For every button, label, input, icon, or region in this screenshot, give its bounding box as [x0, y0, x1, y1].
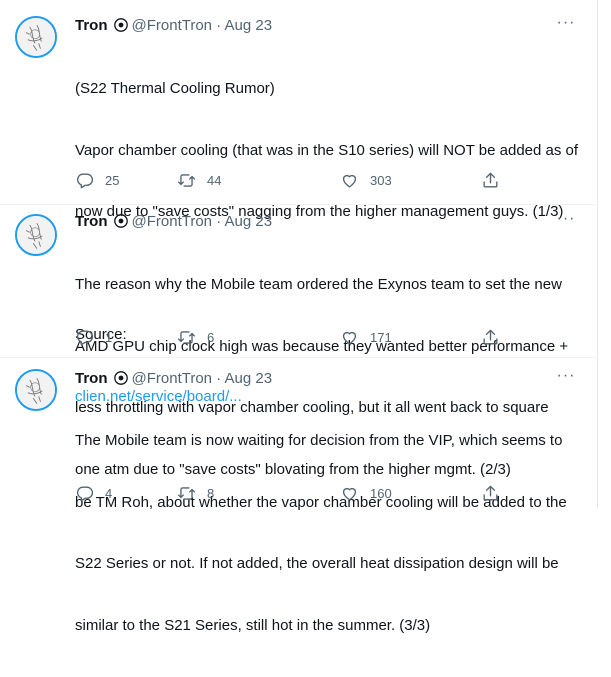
- reply-button[interactable]: 1: [75, 327, 112, 347]
- avatar[interactable]: [15, 16, 57, 58]
- tweet-text-line: similar to the S21 Series, still hot in …: [75, 616, 431, 634]
- thread-container: Tron @FrontTron · Aug 23 ··· (S22 Thermal…: [0, 0, 598, 634]
- like-button[interactable]: 171: [340, 327, 392, 347]
- heart-icon: [342, 331, 357, 345]
- share-icon: [483, 329, 498, 345]
- author-handle[interactable]: @FrontTron: [132, 213, 213, 230]
- tweet-actions: 4 8 160: [75, 483, 515, 503]
- retweet-button[interactable]: 8: [177, 483, 214, 503]
- like-count: 303: [370, 172, 392, 188]
- author-handle[interactable]: @FrontTron: [132, 17, 213, 34]
- tweet-2[interactable]: Tron @FrontTron · Aug 23 ··· The reason w…: [0, 205, 598, 478]
- share-icon: [483, 172, 498, 188]
- heart-icon: [342, 487, 357, 501]
- retweet-count: 44: [207, 172, 222, 188]
- tweet-header: Tron @FrontTron · Aug 23 ···: [75, 211, 576, 234]
- retweet-icon: [177, 330, 196, 344]
- tweet-1[interactable]: Tron @FrontTron · Aug 23 ··· (S22 Thermal…: [0, 0, 598, 405]
- avatar[interactable]: [15, 369, 57, 411]
- more-options-icon[interactable]: ···: [556, 211, 576, 232]
- avatar-sketch-icon: [17, 371, 55, 409]
- tweet-actions: 1 6 171: [75, 327, 515, 347]
- tweet-text-line: Vapor chamber cooling (that was in the S…: [75, 141, 579, 159]
- share-button[interactable]: [481, 483, 500, 503]
- reply-icon: [76, 329, 94, 345]
- reply-icon: [76, 485, 94, 501]
- like-button[interactable]: 303: [340, 170, 392, 190]
- tweet-text-line: The Mobile team is now waiting for decis…: [75, 432, 563, 449]
- reply-button[interactable]: 25: [75, 170, 119, 190]
- tweet-text: The Mobile team is now waiting for decis…: [75, 390, 585, 677]
- tweet-date[interactable]: Aug 23: [225, 213, 273, 230]
- more-options-icon[interactable]: ···: [556, 15, 576, 36]
- avatar-sketch-icon: [17, 18, 55, 56]
- author-handle[interactable]: @FrontTron: [132, 370, 213, 387]
- avatar[interactable]: [15, 214, 57, 256]
- verified-badge-icon: [113, 18, 128, 38]
- retweet-button[interactable]: 44: [177, 170, 221, 190]
- verified-badge-icon: [113, 371, 128, 391]
- retweet-count: 6: [207, 329, 215, 345]
- reply-button[interactable]: 4: [75, 483, 112, 503]
- reply-count: 25: [105, 172, 120, 188]
- retweet-button[interactable]: 6: [177, 327, 214, 347]
- tweet-date[interactable]: Aug 23: [225, 17, 273, 34]
- heart-icon: [342, 174, 357, 188]
- author-name[interactable]: Tron: [75, 213, 108, 230]
- separator-dot: ·: [216, 370, 222, 387]
- tweet-header: Tron @FrontTron · Aug 23 ···: [75, 368, 576, 391]
- retweet-icon: [177, 486, 196, 500]
- like-count: 171: [370, 329, 392, 345]
- tweet-text-line: S22 Series or not. If not added, the ove…: [75, 555, 559, 572]
- separator-dot: ·: [216, 17, 222, 34]
- tweet-3[interactable]: Tron @FrontTron · Aug 23 ··· The Mobile t…: [0, 358, 598, 634]
- more-options-icon[interactable]: ···: [556, 368, 576, 389]
- share-icon: [483, 485, 498, 501]
- reply-icon: [76, 172, 94, 188]
- share-button[interactable]: [481, 327, 500, 347]
- tweet-header: Tron @FrontTron · Aug 23 ···: [75, 15, 576, 38]
- retweet-count: 8: [207, 485, 215, 501]
- like-button[interactable]: 160: [340, 483, 392, 503]
- author-name[interactable]: Tron: [75, 370, 108, 387]
- reply-count: 4: [105, 485, 113, 501]
- verified-badge-icon: [113, 214, 128, 234]
- tweet-text-line: (S22 Thermal Cooling Rumor): [75, 80, 275, 97]
- tweet-date[interactable]: Aug 23: [225, 370, 273, 387]
- like-count: 160: [370, 485, 392, 501]
- tweet-actions: 25 44 303: [75, 170, 515, 190]
- retweet-icon: [177, 173, 196, 187]
- tweet-text-line: The reason why the Mobile team ordered t…: [75, 276, 562, 293]
- avatar-sketch-icon: [17, 216, 55, 254]
- author-name[interactable]: Tron: [75, 17, 108, 34]
- share-button[interactable]: [481, 170, 500, 190]
- reply-count: 1: [105, 329, 113, 345]
- separator-dot: ·: [216, 213, 222, 230]
